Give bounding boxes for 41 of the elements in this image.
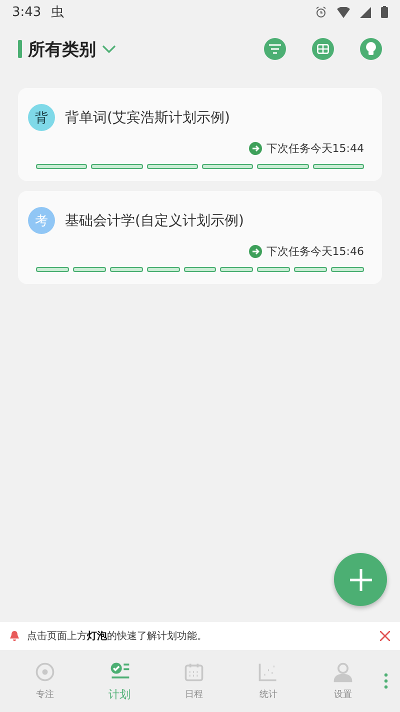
nav-tab[interactable]: 统计 [231,657,306,705]
nav-tab[interactable]: 计划 [82,656,157,706]
signal-icon [360,6,371,18]
lightbulb-icon [366,42,376,56]
add-button[interactable] [334,553,387,606]
nav-tab[interactable]: 设置 [306,657,380,705]
arrow-right-icon [249,142,262,155]
next-task-time: 下次任务今天15:46 [266,244,364,259]
bell-icon [10,631,19,641]
chevron-down-icon[interactable] [102,44,116,54]
close-icon [380,631,390,641]
person-icon [332,661,354,683]
scatter-chart-icon [257,661,280,683]
status-app-glyph: 虫 [51,4,64,21]
close-button[interactable] [380,631,390,641]
plan-card[interactable]: 背 背单词(艾宾浩斯计划示例) 下次任务今天15:44 [18,88,382,181]
plus-icon [348,568,372,592]
battery-icon [381,6,388,18]
next-task-time: 下次任务今天15:44 [266,141,364,156]
accent-bar [18,40,22,58]
plan-title: 背单词(艾宾浩斯计划示例) [65,108,230,126]
arrow-right-icon [249,245,262,258]
plan-avatar: 背 [28,104,55,131]
plan-title: 基础会计学(自定义计划示例) [65,212,244,230]
nav-tab[interactable]: 专注 [8,657,82,705]
calendar-icon [183,661,206,683]
filter-icon [269,44,281,54]
wifi-icon [337,6,350,18]
target-icon [34,661,56,683]
nav-tab[interactable]: 日程 [156,657,232,705]
more-icon[interactable] [384,673,388,689]
alarm-icon [315,6,327,18]
plan-card[interactable]: 考 基础会计学(自定义计划示例) 下次任务今天15:46 [18,191,382,284]
lightbulb-button[interactable] [360,38,382,60]
filter-button[interactable] [264,38,286,60]
table-button[interactable] [312,38,334,60]
table-icon [317,44,329,54]
category-title[interactable]: 所有类别 [28,38,96,60]
status-time: 3:43 [12,4,42,20]
notice-text: 点击页面上方灯泡的快速了解计划功能。 [27,630,208,643]
plan-avatar: 考 [28,207,55,234]
